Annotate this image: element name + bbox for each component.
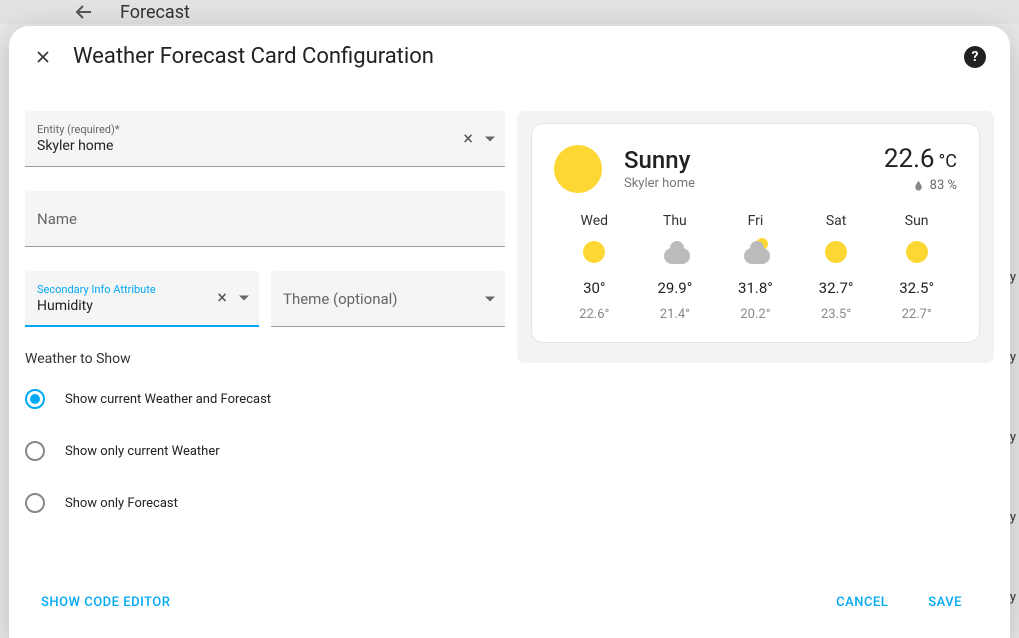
radio-label: Show only Forecast [65, 496, 178, 511]
dialog-title: Weather Forecast Card Configuration [73, 44, 944, 69]
radio-icon [25, 441, 45, 461]
temperature-value: 22.6 [884, 144, 935, 174]
temperature-unit: °C [939, 151, 957, 172]
day-high: 30° [583, 279, 605, 297]
save-button[interactable]: SAVE [916, 587, 974, 618]
radio-icon [25, 389, 45, 409]
entity-field[interactable]: Entity (required)* Skyler home × [25, 111, 505, 167]
background-title: Forecast [120, 2, 190, 23]
radio-icon [25, 493, 45, 513]
humidity-row: 83 % [884, 178, 957, 193]
forecast-day: Fri 31.8° 20.2° [715, 213, 796, 322]
cancel-button[interactable]: CANCEL [824, 587, 900, 618]
weather-section-label: Weather to Show [25, 351, 505, 367]
clear-icon[interactable]: × [213, 288, 231, 309]
weather-now: Sunny Skyler home 22.6°C 83 % [554, 144, 957, 193]
weather-condition: Sunny [624, 146, 862, 174]
entity-value: Skyler home [37, 138, 493, 154]
help-icon[interactable]: ? [964, 46, 986, 68]
chevron-down-icon[interactable] [485, 296, 495, 301]
day-name: Sun [905, 213, 929, 229]
day-high: 32.7° [819, 279, 854, 297]
day-low: 21.4° [660, 307, 690, 322]
preview-panel: Sunny Skyler home 22.6°C 83 % [517, 111, 994, 571]
dialog-header: Weather Forecast Card Configuration ? [9, 26, 1010, 87]
close-icon[interactable] [33, 47, 53, 67]
name-field[interactable]: Name [25, 191, 505, 247]
secondary-info-field[interactable]: Secondary Info Attribute Humidity × [25, 271, 259, 327]
radio-option-2[interactable]: Show only Forecast [25, 489, 505, 541]
day-name: Sat [826, 213, 847, 229]
chevron-down-icon[interactable] [239, 296, 249, 301]
radio-label: Show only current Weather [65, 444, 220, 459]
weather-location: Skyler home [624, 176, 862, 191]
day-name: Fri [748, 213, 764, 229]
name-placeholder: Name [37, 210, 493, 228]
show-code-editor-button[interactable]: SHOW CODE EDITOR [41, 595, 170, 610]
day-low: 23.5° [821, 307, 851, 322]
entity-label: Entity (required)* [37, 123, 493, 136]
theme-placeholder: Theme (optional) [283, 290, 493, 308]
day-low: 22.6° [579, 307, 609, 322]
water-drop-icon [913, 180, 924, 191]
dialog-body: Entity (required)* Skyler home × Name Se… [9, 87, 1010, 571]
radio-option-1[interactable]: Show only current Weather [25, 437, 505, 489]
sun-icon [904, 239, 930, 265]
day-high: 31.8° [738, 279, 773, 297]
day-low: 20.2° [740, 307, 770, 322]
weather-card: Sunny Skyler home 22.6°C 83 % [531, 123, 980, 343]
clear-icon[interactable]: × [459, 128, 477, 149]
partly-cloudy-icon [742, 239, 768, 265]
forecast-day: Wed 30° 22.6° [554, 213, 635, 322]
chevron-down-icon[interactable] [485, 136, 495, 141]
sun-icon [581, 239, 607, 265]
cloud-icon [662, 239, 688, 265]
forecast-day: Sat 32.7° 23.5° [796, 213, 877, 322]
sun-icon [823, 239, 849, 265]
forecast-day: Sun 32.5° 22.7° [876, 213, 957, 322]
dialog-footer: SHOW CODE EDITOR CANCEL SAVE [9, 571, 1010, 638]
forecast-day: Thu 29.9° 21.4° [635, 213, 716, 322]
config-panel: Entity (required)* Skyler home × Name Se… [25, 111, 505, 571]
day-low: 22.7° [902, 307, 932, 322]
preview-background: Sunny Skyler home 22.6°C 83 % [517, 111, 994, 363]
sun-icon [554, 145, 602, 193]
back-arrow-icon[interactable] [72, 0, 96, 24]
background-header: Forecast [0, 0, 1019, 24]
config-dialog: Weather Forecast Card Configuration ? En… [9, 26, 1010, 638]
radio-option-0[interactable]: Show current Weather and Forecast [25, 385, 505, 437]
day-name: Thu [663, 213, 687, 229]
day-name: Wed [581, 213, 609, 229]
humidity-value: 83 % [930, 178, 957, 193]
day-high: 32.5° [899, 279, 934, 297]
theme-field[interactable]: Theme (optional) [271, 271, 505, 327]
forecast-row: Wed 30° 22.6° Thu 29.9° 21.4° Fri [554, 213, 957, 322]
day-high: 29.9° [657, 279, 692, 297]
radio-label: Show current Weather and Forecast [65, 392, 271, 407]
